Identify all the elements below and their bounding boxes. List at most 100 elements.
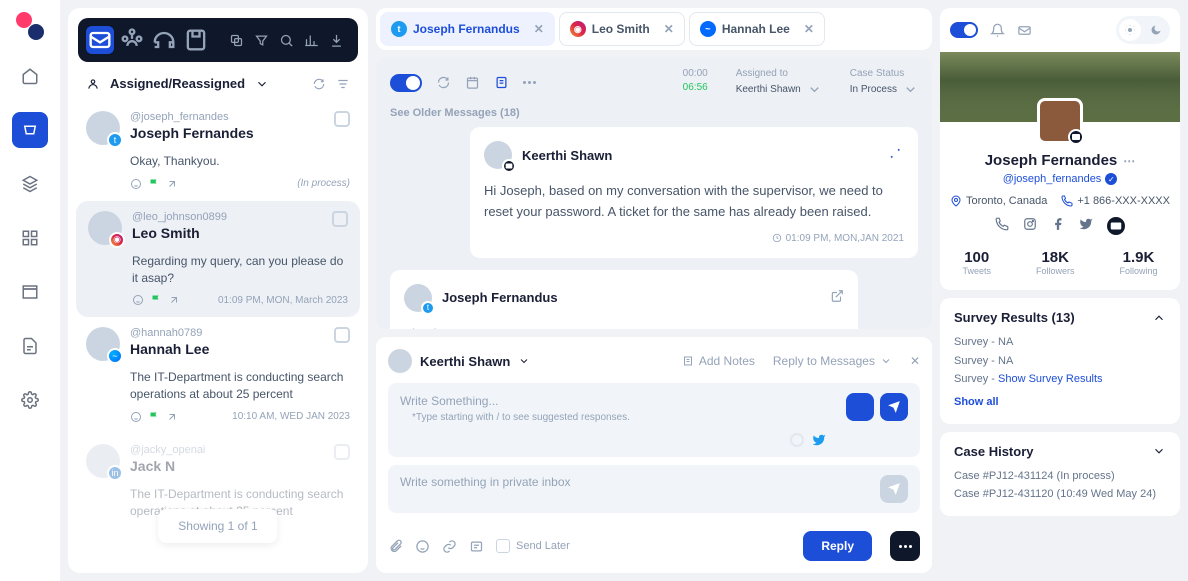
external-link-icon[interactable] [830,289,844,306]
send-button[interactable] [880,393,908,421]
select-checkbox[interactable] [334,444,350,460]
send-later-checkbox[interactable]: Send Later [496,539,570,553]
note-icon[interactable] [494,75,509,90]
tab-label: Joseph Fernandus [413,22,520,36]
more-icon[interactable]: ⋯ [1123,154,1135,168]
select-checkbox[interactable] [334,327,350,343]
link-icon[interactable] [442,539,457,554]
nav-document[interactable] [12,328,48,364]
search-icon[interactable] [279,33,294,48]
magic-wand-icon[interactable] [890,147,904,164]
mail-icon[interactable] [1017,23,1032,38]
instagram-icon[interactable] [1023,217,1037,231]
case-status[interactable]: Case Status In Process [850,68,918,97]
select-checkbox[interactable] [332,211,348,227]
nav-archive[interactable] [12,274,48,310]
avatar: t [404,284,432,312]
section-toggle[interactable]: Case History [954,444,1166,459]
main-sidebar [0,0,60,581]
light-mode-icon[interactable] [1119,19,1141,41]
emoji-icon[interactable] [130,178,142,190]
tab-item[interactable]: ~ Hannah Lee ✕ [689,12,825,46]
refresh-icon[interactable] [312,77,326,91]
close-icon[interactable]: ✕ [534,22,544,36]
composer-from: Keerthi Shawn [420,354,510,369]
profile-toggle[interactable] [950,22,978,38]
flag-icon[interactable] [148,411,160,423]
sort-icon[interactable] [336,77,350,91]
ai-assist-button[interactable] [846,393,874,421]
twitter-icon: t [391,21,407,37]
assigned-filter[interactable]: Assigned/Reassigned [68,72,368,101]
select-checkbox[interactable] [334,111,350,127]
toolbar-save[interactable] [182,26,210,54]
conversation-item[interactable]: t @joseph_fernandes Joseph Fernandes Oka… [68,101,368,201]
avatar [388,349,412,373]
toolbar-team[interactable] [118,26,146,54]
nav-settings[interactable] [12,382,48,418]
nav-apps[interactable] [12,220,48,256]
send-private-button[interactable] [880,475,908,503]
toolbar-headset[interactable] [150,26,178,54]
messenger-icon: ~ [700,21,716,37]
add-notes-link[interactable]: Add Notes [682,354,755,368]
flag-icon[interactable] [148,178,160,190]
thread-header: 00:00 06:56 Assigned to Keerthi Shawn Ca… [376,58,932,107]
attach-icon[interactable] [388,539,403,554]
close-icon[interactable]: ✕ [664,22,674,36]
thread-toggle[interactable] [390,74,422,92]
phone-icon[interactable] [995,217,1009,231]
user-name: Leo Smith [132,225,322,241]
tab-item[interactable]: ◉ Leo Smith ✕ [559,12,685,46]
close-icon[interactable]: ✕ [804,22,814,36]
flag-icon[interactable] [150,294,162,306]
arrow-icon[interactable] [166,178,178,190]
chevron-down-icon[interactable] [518,355,530,367]
reply-to-link[interactable]: Reply to Messages [773,354,892,368]
message-timestamp: 01:09 PM, MON,JAN 2021 [484,233,904,244]
conversation-item[interactable]: ~ @hannah0789 Hannah Lee The IT-Departme… [68,317,368,434]
template-icon[interactable] [469,539,484,554]
copy-icon[interactable] [229,33,244,48]
private-input[interactable] [400,475,872,489]
mail-icon[interactable] [1107,217,1125,235]
twitter-icon[interactable] [1079,217,1093,231]
emoji-icon[interactable] [132,294,144,306]
facebook-icon[interactable] [1051,217,1065,231]
nav-inbox[interactable] [12,112,48,148]
more-icon[interactable] [523,81,536,84]
toolbar-inbox[interactable] [86,26,114,54]
channel-badge-linkedin: in [107,465,123,481]
bell-icon[interactable] [990,23,1005,38]
show-survey-link[interactable]: Show Survey Results [998,373,1103,385]
dark-mode-icon[interactable] [1145,19,1167,41]
nav-layers[interactable] [12,166,48,202]
nav-home[interactable] [12,58,48,94]
compose-hint: *Type starting with / to see suggested r… [400,408,838,433]
chart-icon[interactable] [304,33,319,48]
case-row[interactable]: Case #PJ12-431124 (In process) [954,467,1166,486]
conversation-item[interactable]: ◉ @leo_johnson0899 Leo Smith Regarding m… [76,201,360,318]
phone[interactable]: +1 866-XXX-XXXX [1061,195,1170,207]
close-composer-icon[interactable]: ✕ [910,354,920,368]
compose-input[interactable] [400,394,555,408]
filter-icon[interactable] [254,33,269,48]
list-toolbar [78,18,358,62]
refresh-icon[interactable] [436,75,451,90]
arrow-icon[interactable] [166,411,178,423]
more-options-button[interactable] [890,531,920,561]
arrow-icon[interactable] [168,294,180,306]
emoji-icon[interactable] [415,539,430,554]
reply-button[interactable]: Reply [803,531,872,561]
section-toggle[interactable]: Survey Results (13) [954,310,1166,325]
download-icon[interactable] [329,33,344,48]
see-older-link[interactable]: See Older Messages (18) [376,107,932,127]
assigned-to[interactable]: Assigned to Keerthi Shawn [736,68,822,97]
calendar-icon[interactable] [465,75,480,90]
case-row[interactable]: Case #PJ12-431120 (10:49 Wed May 24) [954,485,1166,504]
emoji-icon[interactable] [130,411,142,423]
theme-switcher[interactable] [1116,16,1170,44]
show-all-link[interactable]: Show all [954,393,1166,412]
verified-badge-icon: ✓ [1105,173,1117,185]
tab-item[interactable]: t Joseph Fernandus ✕ [380,12,555,46]
